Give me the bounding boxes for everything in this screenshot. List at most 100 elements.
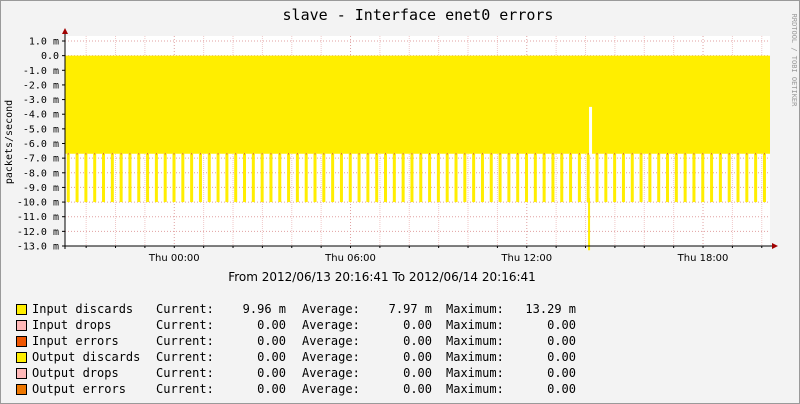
discards-spike bbox=[84, 153, 88, 203]
discards-spike-tip bbox=[332, 153, 334, 155]
discards-spike-tip bbox=[323, 153, 325, 155]
y-tick-label: -12.0 m bbox=[17, 227, 59, 238]
discards-spike bbox=[287, 153, 291, 203]
discards-spike bbox=[454, 153, 458, 203]
legend-swatch bbox=[16, 352, 27, 363]
discards-spike bbox=[322, 153, 326, 203]
discards-spike-tip bbox=[270, 153, 272, 155]
legend-maximum-value: 0.00 bbox=[547, 350, 576, 364]
discards-spike bbox=[331, 153, 335, 203]
discards-spike bbox=[560, 153, 564, 203]
legend-current-value: 0.00 bbox=[257, 334, 286, 348]
y-tick-label: -13.0 m bbox=[17, 242, 59, 253]
discards-spike-tip bbox=[288, 153, 290, 155]
discards-spike-tip bbox=[235, 153, 237, 155]
legend-current-label: Current: bbox=[156, 334, 214, 348]
y-axis-label: packets/second bbox=[4, 100, 15, 184]
discards-spike-tip bbox=[719, 153, 721, 155]
discards-spike-tip bbox=[94, 153, 96, 155]
discards-spike-tip bbox=[349, 153, 351, 155]
discards-spike-tip bbox=[85, 153, 87, 155]
legend-average-label: Average: bbox=[302, 318, 360, 332]
y-tick-label: -5.0 m bbox=[23, 124, 59, 135]
legend-maximum-value: 0.00 bbox=[547, 318, 576, 332]
discards-spike bbox=[595, 153, 599, 203]
discards-spike-tip bbox=[199, 153, 201, 155]
discards-spike-tip bbox=[711, 153, 713, 155]
legend-swatch bbox=[16, 336, 27, 347]
discards-spike-tip bbox=[164, 153, 166, 155]
y-tick-label: -2.0 m bbox=[23, 80, 59, 91]
discards-spike bbox=[472, 153, 476, 203]
discards-spike-tip bbox=[191, 153, 193, 155]
discards-spike-tip bbox=[103, 153, 105, 155]
y-tick-label: -4.0 m bbox=[23, 110, 59, 121]
discards-spike bbox=[251, 153, 255, 203]
discards-spike-tip bbox=[755, 153, 757, 155]
legend-average-value: 7.97 m bbox=[388, 302, 432, 316]
discards-spike bbox=[410, 153, 414, 203]
discards-spike-tip bbox=[464, 153, 466, 155]
discards-spike bbox=[190, 153, 194, 203]
discards-spike bbox=[110, 153, 114, 203]
discards-spike bbox=[701, 153, 705, 203]
legend-average-label: Average: bbox=[302, 366, 360, 380]
discards-spike-tip bbox=[76, 153, 78, 155]
discards-spike-tip bbox=[543, 153, 545, 155]
discards-spike-tip bbox=[147, 153, 149, 155]
discards-spike-tip bbox=[305, 153, 307, 155]
y-tick-label: -6.0 m bbox=[23, 139, 59, 150]
discards-spike bbox=[692, 153, 696, 203]
discards-spike-tip bbox=[534, 153, 536, 155]
discards-spike-tip bbox=[737, 153, 739, 155]
discards-spike bbox=[269, 153, 273, 203]
legend-series-name: Input errors bbox=[32, 334, 119, 348]
discards-spike bbox=[419, 153, 423, 203]
y-tick-label: -9.0 m bbox=[23, 183, 59, 194]
legend-series-name: Input discards bbox=[32, 302, 134, 316]
discards-spike bbox=[384, 153, 388, 203]
y-tick-label: 1.0 m bbox=[29, 37, 59, 48]
discards-spike bbox=[613, 153, 617, 203]
discards-spike bbox=[745, 153, 749, 203]
discards-spike-tip bbox=[640, 153, 642, 155]
discards-spike bbox=[137, 153, 141, 203]
discards-spike-tip bbox=[367, 153, 369, 155]
discards-spike bbox=[666, 153, 670, 203]
discards-spike-tip bbox=[499, 153, 501, 155]
discards-spike bbox=[507, 153, 511, 203]
discards-spike-tip bbox=[402, 153, 404, 155]
discards-spike-tip bbox=[684, 153, 686, 155]
discards-spike bbox=[295, 153, 299, 203]
discards-spike bbox=[621, 153, 625, 203]
legend-current-label: Current: bbox=[156, 366, 214, 380]
discards-spike bbox=[313, 153, 317, 203]
discards-spike-tip bbox=[693, 153, 695, 155]
discards-spike-tip bbox=[746, 153, 748, 155]
errors-chart: slave - Interface enet0 errors packets/s… bbox=[4, 6, 798, 284]
legend-series-name: Output discards bbox=[32, 350, 141, 364]
discards-spike-tip bbox=[411, 153, 413, 155]
discards-spike bbox=[339, 153, 343, 203]
x-axis-arrow bbox=[772, 243, 778, 249]
discards-spike bbox=[93, 153, 97, 203]
legend-current-value: 0.00 bbox=[257, 318, 286, 332]
discards-spike-tip bbox=[728, 153, 730, 155]
discards-spike bbox=[428, 153, 432, 203]
legend-average-value: 0.00 bbox=[403, 366, 432, 380]
legend-maximum-label: Maximum: bbox=[446, 302, 504, 316]
discards-area-main bbox=[65, 55, 770, 154]
discards-spike-tip bbox=[667, 153, 669, 155]
discards-spike-tip bbox=[217, 153, 219, 155]
legend-maximum-value: 0.00 bbox=[547, 334, 576, 348]
discards-spike bbox=[128, 153, 132, 203]
legend-maximum-value: 13.29 m bbox=[525, 302, 576, 316]
discards-spike-tip bbox=[605, 153, 607, 155]
legend-current-label: Current: bbox=[156, 302, 214, 316]
legend-series-name: Output drops bbox=[32, 366, 119, 380]
y-tick-label: 0.0 bbox=[41, 51, 59, 62]
discards-spike-tip bbox=[252, 153, 254, 155]
discards-spike bbox=[119, 153, 123, 203]
discards-spike bbox=[260, 153, 264, 203]
discards-spike bbox=[198, 153, 202, 203]
